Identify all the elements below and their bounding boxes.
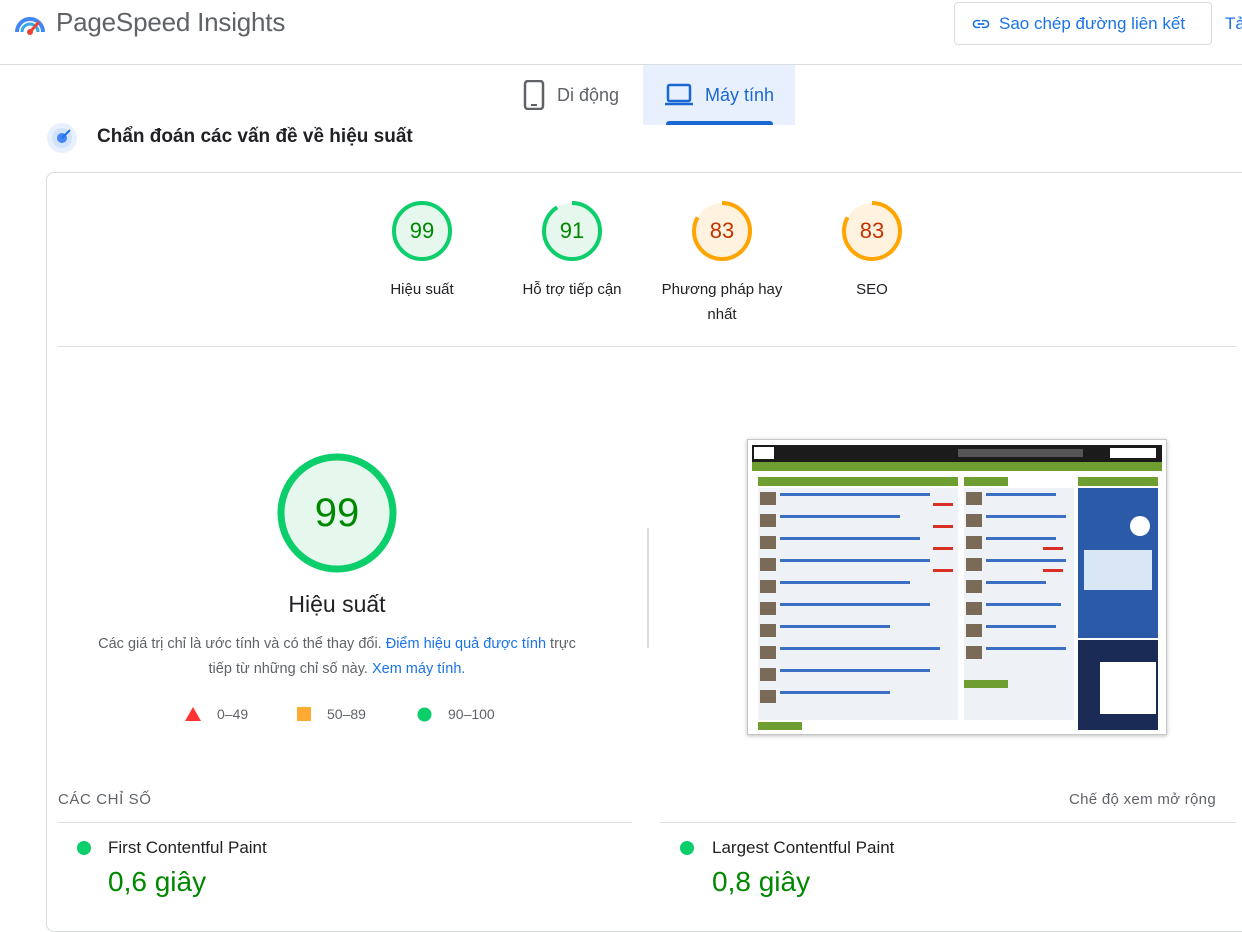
score-label: Hiệu suất bbox=[390, 281, 454, 298]
expand-view-toggle[interactable]: Chế độ xem mở rộng bbox=[1069, 791, 1216, 808]
category-accessibility[interactable]: 91 Hỗ trợ tiếp cận bbox=[502, 200, 642, 302]
score-value: 83 bbox=[709, 218, 735, 243]
score-gauge: 83 bbox=[691, 200, 753, 262]
vertical-divider bbox=[647, 528, 649, 648]
laptop-icon bbox=[665, 83, 693, 106]
legend-range: 90–100 bbox=[448, 706, 495, 722]
metric-fcp-name: First Contentful Paint bbox=[108, 838, 267, 857]
score-value: 99 bbox=[409, 218, 435, 243]
tab-mobile[interactable]: Di động bbox=[515, 65, 643, 125]
legend-pass: 90–100 bbox=[417, 706, 495, 722]
pagespeed-logo-icon bbox=[15, 17, 45, 35]
performance-label: Hiệu suất bbox=[288, 591, 386, 617]
performance-score: 99 bbox=[314, 491, 360, 535]
circle-icon bbox=[417, 707, 432, 721]
phone-icon bbox=[523, 80, 545, 110]
tab-mobile-label: Di động bbox=[557, 84, 620, 105]
section-title: Chẩn đoán các vấn đề về hiệu suất bbox=[97, 126, 413, 147]
metrics-title: CÁC CHỈ SỐ bbox=[58, 791, 152, 808]
score-gauge: 83 bbox=[841, 200, 903, 262]
score-label: Phương pháp hay nhất bbox=[661, 281, 783, 323]
see-calculator-link[interactable]: Xem máy tính. bbox=[372, 661, 465, 677]
score-gauge: 99 bbox=[391, 200, 453, 262]
tab-desktop[interactable]: Máy tính bbox=[643, 65, 795, 125]
legend-fail: 0–49 bbox=[185, 706, 248, 722]
divider bbox=[660, 822, 1236, 823]
square-icon bbox=[297, 707, 311, 721]
score-value: 83 bbox=[859, 218, 885, 243]
pass-circle-icon bbox=[680, 841, 694, 855]
divider bbox=[58, 346, 1236, 347]
metric-fcp-value: 0,6 giây bbox=[108, 866, 207, 897]
legend-range: 0–49 bbox=[217, 706, 249, 722]
metric-lcp-name: Largest Contentful Paint bbox=[712, 838, 895, 857]
partial-button[interactable]: Tả bbox=[1225, 14, 1242, 34]
legend-range: 50–89 bbox=[327, 706, 366, 722]
app-title: PageSpeed Insights bbox=[56, 7, 286, 37]
tab-desktop-label: Máy tính bbox=[705, 84, 775, 105]
website-preview-image bbox=[748, 440, 1166, 734]
performance-description: Các giá trị chỉ là ước tính và có thể th… bbox=[92, 632, 582, 682]
tab-selected-indicator bbox=[666, 121, 773, 125]
category-seo[interactable]: 83 SEO bbox=[802, 200, 942, 302]
diagnostics-icon bbox=[47, 123, 77, 153]
copy-link-button[interactable]: Sao chép đường liên kết bbox=[954, 2, 1212, 45]
legend-average: 50–89 bbox=[297, 706, 366, 722]
desc-text-1: Các giá trị chỉ là ước tính và có thể th… bbox=[98, 636, 382, 652]
score-calc-link[interactable]: Điểm hiệu quả được tính bbox=[386, 636, 546, 652]
score-value: 91 bbox=[559, 218, 585, 243]
score-gauge: 91 bbox=[541, 200, 603, 262]
category-performance[interactable]: 99 Hiệu suất bbox=[352, 200, 492, 302]
triangle-icon bbox=[185, 707, 201, 721]
copy-link-label: Sao chép đường liên kết bbox=[999, 13, 1186, 33]
link-icon bbox=[972, 19, 990, 28]
score-label: SEO bbox=[856, 281, 888, 298]
metric-lcp-value: 0,8 giây bbox=[712, 866, 811, 897]
category-best-practices[interactable]: 83 Phương pháp hay nhất bbox=[652, 200, 792, 327]
score-label: Hỗ trợ tiếp cận bbox=[522, 281, 622, 298]
divider bbox=[58, 822, 632, 823]
pass-circle-icon bbox=[77, 841, 91, 855]
final-screenshot bbox=[747, 439, 1167, 735]
